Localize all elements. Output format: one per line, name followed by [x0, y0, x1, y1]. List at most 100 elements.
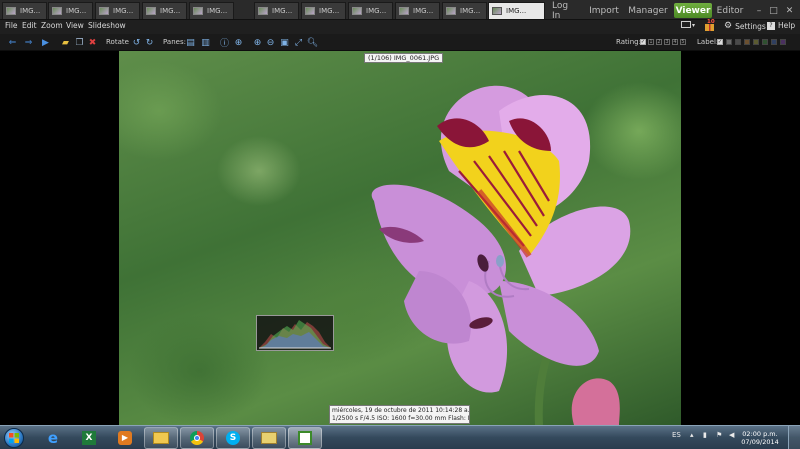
label-color-swatch[interactable]: [735, 39, 741, 45]
label-color-swatch[interactable]: [780, 39, 786, 45]
document-tab[interactable]: IMG...: [348, 2, 393, 19]
show-hidden-icons-icon[interactable]: ▴: [690, 431, 694, 439]
rating-3-button[interactable]: 3: [664, 39, 670, 45]
label-clear-button[interactable]: ✓: [717, 39, 723, 45]
windows-logo-icon: [9, 433, 19, 443]
label-color-swatch[interactable]: [762, 39, 768, 45]
minimize-icon[interactable]: –: [757, 6, 762, 16]
folder-icon: [153, 432, 169, 444]
delete-icon[interactable]: ✖: [87, 37, 98, 48]
folder-icon[interactable]: ▰: [60, 37, 71, 48]
document-tab-active[interactable]: IMG...: [488, 2, 545, 19]
mode-tab-viewer[interactable]: Viewer: [674, 3, 712, 18]
menu-view[interactable]: View: [66, 21, 84, 30]
volume-icon[interactable]: ◀︎: [729, 431, 734, 439]
internet-explorer-icon: e: [47, 429, 59, 447]
properties-pane-icon[interactable]: ▥: [200, 37, 211, 48]
document-tab-label: IMG...: [366, 7, 387, 15]
document-tab-label: IMG...: [319, 7, 340, 15]
mode-tab-manager[interactable]: Manager: [628, 3, 668, 18]
menu-bar: File Edit Zoom View Slideshow ▾ 10 ⚙ Set…: [0, 19, 800, 34]
menu-zoom[interactable]: Zoom: [41, 21, 63, 30]
flower-illustration: [371, 85, 631, 425]
rotate-left-icon[interactable]: ↺: [131, 37, 142, 48]
document-tab[interactable]: IMG...: [48, 2, 93, 19]
document-tab[interactable]: IMG...: [2, 2, 47, 19]
histogram-overlay: [256, 315, 334, 351]
rating-5-button[interactable]: 5: [680, 39, 686, 45]
rating-4-button[interactable]: 4: [672, 39, 678, 45]
maximize-icon[interactable]: □: [769, 6, 778, 16]
document-tab[interactable]: IMG...: [95, 2, 140, 19]
clock-time: 02:00 p.m.: [742, 430, 778, 438]
document-tab-label: IMG...: [460, 7, 481, 15]
image-thumbnail-icon: [492, 7, 502, 15]
rotate-label: Rotate: [106, 38, 129, 46]
rating-clear-button[interactable]: ✓: [640, 39, 646, 45]
monitor-icon: [681, 21, 691, 28]
language-indicator[interactable]: ES: [672, 431, 681, 439]
notifications-button[interactable]: 10: [704, 19, 715, 31]
start-button[interactable]: [4, 428, 24, 448]
image-viewer[interactable]: [0, 51, 800, 425]
label-color-swatch[interactable]: [753, 39, 759, 45]
menu-edit[interactable]: Edit: [22, 21, 37, 30]
document-tab-label: IMG...: [160, 7, 181, 15]
photo-app-taskbar-button[interactable]: [252, 427, 286, 449]
fit-to-window-icon[interactable]: ⤢: [293, 37, 304, 48]
excel-icon: X: [82, 431, 96, 445]
clock[interactable]: 02:00 p.m. 07/09/2014: [739, 430, 781, 446]
label-color-swatch[interactable]: [744, 39, 750, 45]
label-color-swatch[interactable]: [726, 39, 732, 45]
show-desktop-button[interactable]: [788, 426, 800, 449]
skype-taskbar-button[interactable]: S: [216, 427, 250, 449]
rating-2-button[interactable]: 2: [656, 39, 662, 45]
mode-tab-label: Log In: [552, 0, 569, 21]
mode-tab-label: Editor: [716, 5, 744, 16]
explorer-taskbar-button[interactable]: [144, 427, 178, 449]
zoom-out-icon[interactable]: ⊖: [265, 37, 276, 48]
flag-icon[interactable]: ⚑: [716, 431, 722, 439]
file-caption: (1/106) IMG_0061.JPG: [364, 53, 444, 63]
close-icon[interactable]: ✕: [786, 6, 794, 16]
info-exif: 1/2500 s F/4.5 ISO: 1600 f=30.00 mm Flas…: [332, 415, 470, 422]
menu-file[interactable]: File: [5, 21, 18, 30]
mode-tab-editor[interactable]: Editor: [716, 3, 744, 18]
document-tab[interactable]: IMG...: [395, 2, 440, 19]
acdsee-taskbar-button[interactable]: [288, 427, 322, 449]
document-tab[interactable]: IMG...: [254, 2, 299, 19]
settings-button[interactable]: ⚙ Settings: [724, 21, 766, 31]
document-tab[interactable]: IMG...: [301, 2, 346, 19]
chrome-icon: [190, 431, 204, 445]
actual-size-icon[interactable]: ▣: [279, 37, 290, 48]
media-player-taskbar-button[interactable]: ▶: [108, 427, 142, 449]
network-icon[interactable]: ▮: [703, 431, 707, 439]
image-thumbnail-icon: [352, 7, 362, 15]
filmstrip-icon[interactable]: ▤: [185, 37, 196, 48]
chrome-taskbar-button[interactable]: [180, 427, 214, 449]
map-icon[interactable]: ⊕: [233, 37, 244, 48]
mode-tab-login[interactable]: Log In: [552, 0, 578, 21]
image-thumbnail-icon: [52, 7, 62, 15]
zoom-options-icon[interactable]: 🔍︎: [307, 37, 318, 48]
back-arrow-icon[interactable]: ⇐: [7, 37, 18, 48]
document-tab[interactable]: IMG...: [189, 2, 234, 19]
mode-tab-import[interactable]: Import: [589, 3, 619, 18]
document-tab[interactable]: IMG...: [442, 2, 487, 19]
zoom-in-icon[interactable]: ⊕: [252, 37, 263, 48]
rotate-right-icon[interactable]: ↻: [144, 37, 155, 48]
menu-slideshow[interactable]: Slideshow: [88, 21, 126, 30]
help-button[interactable]: ? Help: [767, 21, 795, 30]
document-tab[interactable]: IMG...: [142, 2, 187, 19]
copy-icon[interactable]: ❐: [74, 37, 85, 48]
rating-label: Rating:: [616, 38, 641, 46]
label-color-swatch[interactable]: [771, 39, 777, 45]
excel-taskbar-button[interactable]: X: [72, 427, 106, 449]
screen-dropdown[interactable]: ▾: [681, 21, 695, 29]
label-label: Label:: [697, 38, 719, 46]
internet-explorer-taskbar-button[interactable]: e: [36, 427, 70, 449]
rating-1-button[interactable]: 1: [648, 39, 654, 45]
play-icon[interactable]: ▶: [40, 37, 51, 48]
info-icon[interactable]: ⓘ: [219, 37, 230, 49]
forward-arrow-icon[interactable]: ⇒: [23, 37, 34, 48]
